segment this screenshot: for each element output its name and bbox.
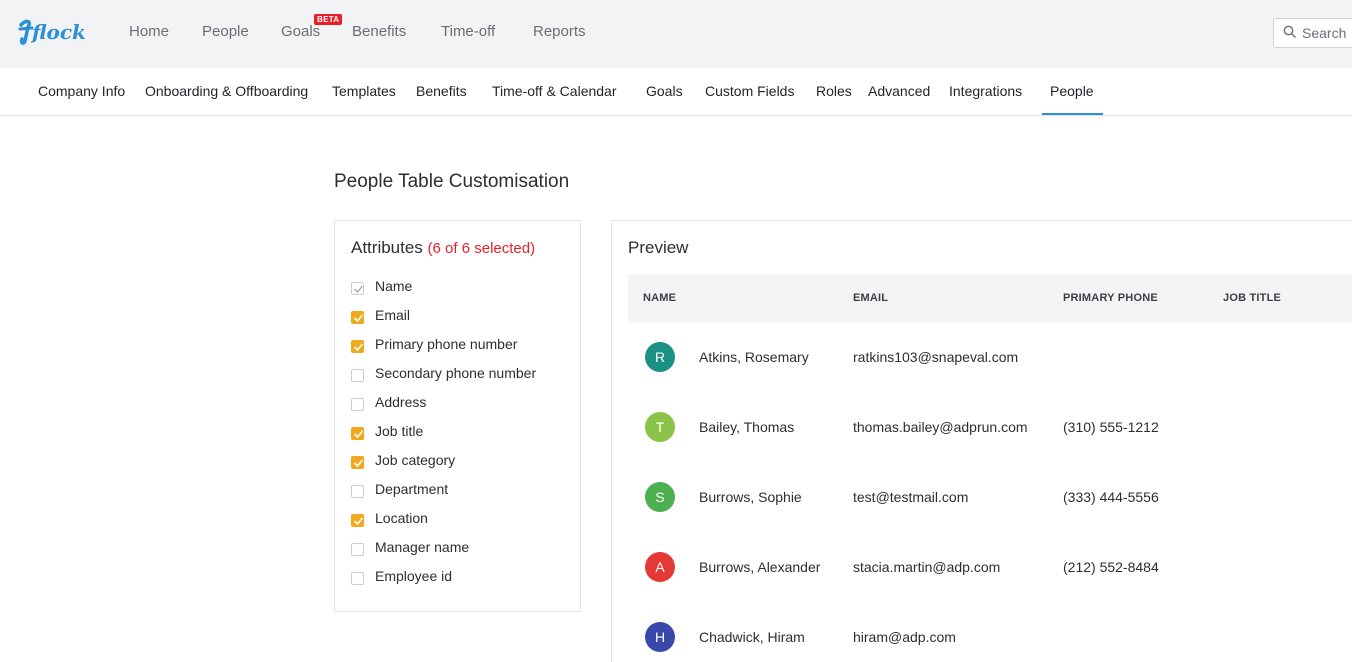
attribute-label: Secondary phone number [375, 365, 537, 381]
person-name: Atkins, Rosemary [699, 349, 809, 365]
svg-text:flock: flock [30, 20, 86, 44]
avatar: A [645, 552, 675, 582]
column-header-primary-phone[interactable]: PRIMARY PHONE [1063, 292, 1158, 304]
person-name: Burrows, Sophie [699, 489, 802, 505]
column-header-job-title[interactable]: JOB TITLE [1223, 292, 1281, 304]
attribute-option[interactable]: Job category [351, 452, 571, 472]
tab-people[interactable]: People [1050, 83, 1094, 99]
attribute-checkbox[interactable] [351, 398, 364, 411]
tab-custom-fields[interactable]: Custom Fields [705, 83, 794, 99]
attribute-label: Manager name [375, 539, 470, 555]
attribute-label: Department [375, 481, 449, 497]
attribute-label: Email [375, 307, 411, 323]
attribute-checkbox [351, 282, 364, 295]
attribute-option[interactable]: Department [351, 481, 571, 501]
attributes-title: Attributes [351, 238, 423, 257]
tab-time-off-calendar[interactable]: Time-off & Calendar [492, 83, 617, 99]
person-name: Burrows, Alexander [699, 559, 821, 575]
tab-benefits[interactable]: Benefits [416, 83, 467, 99]
topnav-people[interactable]: People [202, 23, 249, 40]
tab-integrations[interactable]: Integrations [949, 83, 1022, 99]
topnav-benefits[interactable]: Benefits [352, 23, 406, 40]
attribute-option[interactable]: Name [351, 278, 571, 298]
attribute-label: Name [375, 278, 413, 294]
attribute-option[interactable]: Location [351, 510, 571, 530]
person-phone: (310) 555-1212 [1063, 419, 1159, 435]
avatar: H [645, 622, 675, 652]
table-row[interactable]: A Burrows, Alexander stacia.martin@adp.com… [612, 552, 1352, 584]
topnav-goals[interactable]: Goals [281, 23, 320, 40]
person-phone: (212) 552-8484 [1063, 559, 1159, 575]
table-row[interactable]: T Bailey, Thomas thomas.bailey@adprun.com (… [612, 412, 1352, 444]
tab-roles[interactable]: Roles [816, 83, 852, 99]
attribute-label: Job category [375, 452, 456, 468]
column-header-email[interactable]: EMAIL [853, 292, 888, 304]
active-tab-indicator [1042, 113, 1103, 115]
table-row[interactable]: S Burrows, Sophie test@testmail.com (333) 4… [612, 482, 1352, 514]
tab-company-info[interactable]: Company Info [38, 83, 125, 99]
tab-templates[interactable]: Templates [332, 83, 396, 99]
attribute-label: Job title [375, 423, 424, 439]
search-box[interactable]: Search [1273, 18, 1352, 48]
attributes-panel: Attributes (6 of 6 selected) Name Email Pr… [334, 220, 581, 612]
person-email: stacia.martin@adp.com [853, 559, 1001, 575]
attribute-label: Employee id [375, 568, 453, 584]
preview-title: Preview [628, 238, 689, 257]
attribute-checkbox[interactable] [351, 340, 364, 353]
person-email: thomas.bailey@adprun.com [853, 419, 1028, 435]
person-name: Chadwick, Hiram [699, 629, 805, 645]
attributes-count: (6 of 6 selected) [427, 240, 536, 257]
column-header-name[interactable]: NAME [643, 292, 676, 304]
attribute-checkbox[interactable] [351, 427, 364, 440]
top-bar: flock Home People Goals BETA Benefits Ti… [0, 0, 1352, 68]
table-row[interactable]: R Atkins, Rosemary ratkins103@snapeval.com [612, 342, 1352, 374]
flock-logo[interactable]: flock [18, 15, 88, 54]
attribute-option[interactable]: Manager name [351, 539, 571, 559]
attribute-checkbox[interactable] [351, 514, 364, 527]
person-phone: (333) 444-5556 [1063, 489, 1159, 505]
attribute-label: Location [375, 510, 428, 526]
avatar: S [645, 482, 675, 512]
attribute-checkbox[interactable] [351, 369, 364, 382]
attribute-checkbox[interactable] [351, 456, 364, 469]
tab-advanced[interactable]: Advanced [868, 83, 930, 99]
preview-panel: Preview NAME EMAIL PRIMARY PHONE JOB TIT… [611, 220, 1352, 662]
tab-goals[interactable]: Goals [646, 83, 683, 99]
page-title: People Table Customisation [334, 171, 570, 192]
attribute-option[interactable]: Primary phone number [351, 336, 571, 356]
search-label: Search [1302, 25, 1347, 41]
attribute-label: Primary phone number [375, 336, 518, 352]
person-email: hiram@adp.com [853, 629, 956, 645]
attribute-checkbox[interactable] [351, 572, 364, 585]
topnav-home[interactable]: Home [129, 23, 169, 40]
attribute-option[interactable]: Email [351, 307, 571, 327]
settings-subnav: Company Info Onboarding & Offboarding Te… [0, 68, 1352, 116]
tab-onboarding-offboarding[interactable]: Onboarding & Offboarding [145, 83, 308, 99]
attribute-option[interactable]: Address [351, 394, 571, 414]
person-email: ratkins103@snapeval.com [853, 349, 1019, 365]
attribute-option[interactable]: Secondary phone number [351, 365, 571, 385]
attribute-checkbox[interactable] [351, 543, 364, 556]
topnav-reports[interactable]: Reports [533, 23, 586, 40]
table-header: NAME EMAIL PRIMARY PHONE JOB TITLE [628, 274, 1352, 323]
topnav-time-off[interactable]: Time-off [441, 23, 495, 40]
beta-badge: BETA [314, 14, 343, 25]
person-name: Bailey, Thomas [699, 419, 795, 435]
table-row[interactable]: H Chadwick, Hiram hiram@adp.com [612, 622, 1352, 654]
attributes-heading: Attributes (6 of 6 selected) [351, 238, 535, 258]
avatar: R [645, 342, 675, 372]
avatar: T [645, 412, 675, 442]
search-icon [1283, 25, 1297, 44]
attribute-option[interactable]: Job title [351, 423, 571, 443]
attribute-checkbox[interactable] [351, 311, 364, 324]
attribute-label: Address [375, 394, 427, 410]
attribute-option[interactable]: Employee id [351, 568, 571, 588]
attribute-checkbox[interactable] [351, 485, 364, 498]
person-email: test@testmail.com [853, 489, 969, 505]
